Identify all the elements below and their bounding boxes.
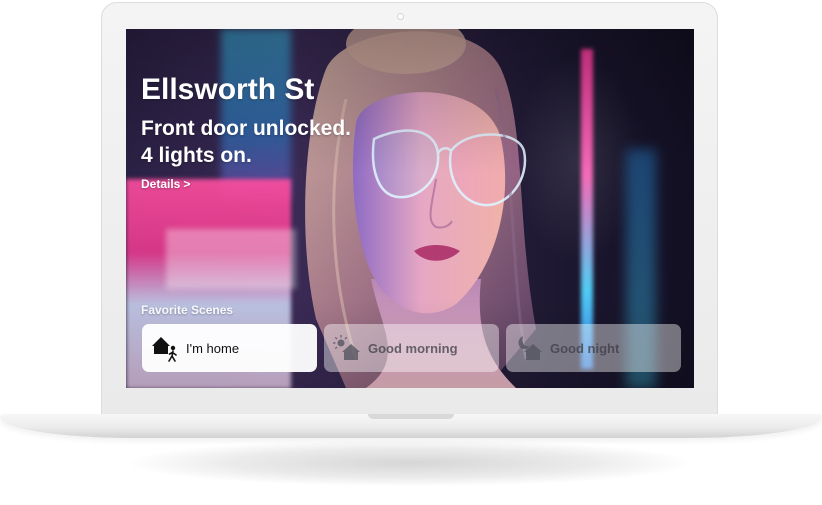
details-label: Details xyxy=(141,177,181,191)
scene-tile-im-home[interactable]: I'm home xyxy=(142,324,317,372)
status-door: Front door unlocked. xyxy=(141,117,351,140)
camera-icon xyxy=(397,13,404,20)
moon-home-icon xyxy=(518,336,542,360)
neon-tube-pink xyxy=(581,49,593,369)
arrive-home-icon xyxy=(152,337,177,362)
favorite-scenes-label: Favorite Scenes xyxy=(141,303,234,317)
details-link[interactable]: Details > xyxy=(141,176,190,192)
neon-sign-glow xyxy=(166,229,296,289)
stage: Ellsworth St Front door unlocked. 4 ligh… xyxy=(0,0,822,505)
sunrise-home-icon xyxy=(333,335,360,360)
home-title: Ellsworth St xyxy=(141,73,315,106)
laptop-shadow xyxy=(130,440,690,486)
scene-label: I'm home xyxy=(186,340,240,356)
status-lights: 4 lights on. xyxy=(141,144,252,167)
scene-tile-good-night[interactable]: Good night xyxy=(506,324,681,372)
laptop-screen: Ellsworth St Front door unlocked. 4 ligh… xyxy=(126,29,694,388)
neon-light-cyan xyxy=(221,29,291,199)
scene-label: Good morning xyxy=(368,340,458,356)
scene-label: Good night xyxy=(550,340,620,356)
scene-tile-good-morning[interactable]: Good morning xyxy=(324,324,499,372)
chevron-right-icon: > xyxy=(183,177,191,191)
laptop-notch xyxy=(368,414,454,419)
